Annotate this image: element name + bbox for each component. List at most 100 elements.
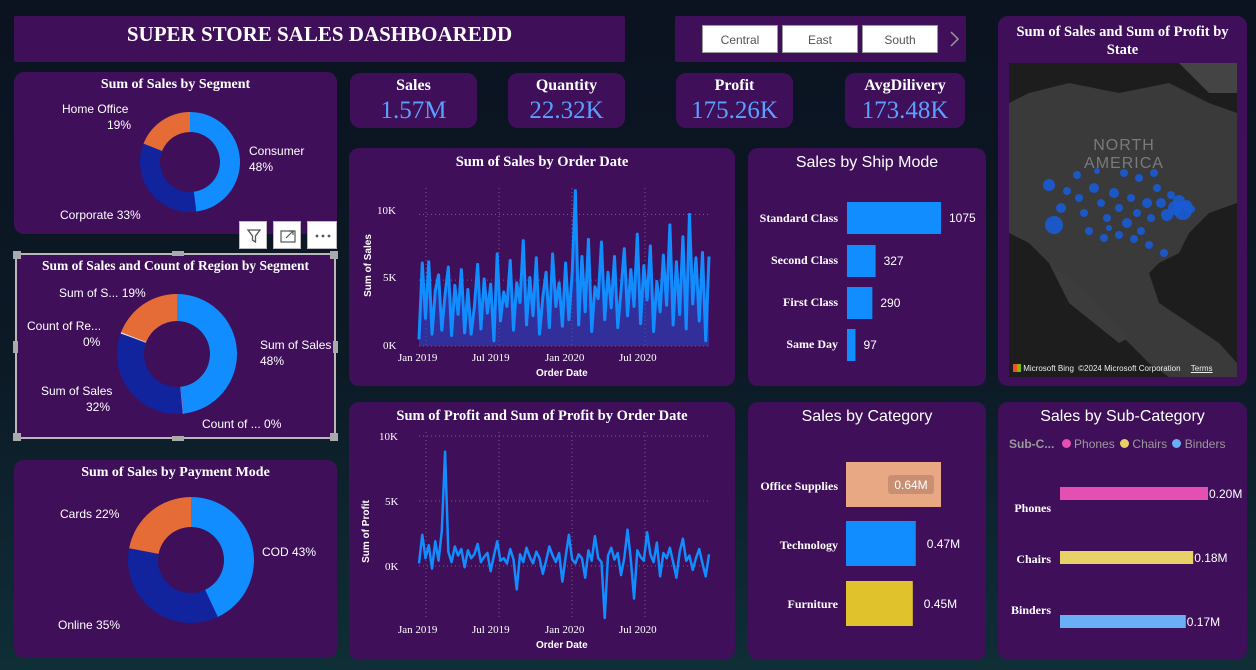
slicer-item-south[interactable]: South xyxy=(862,25,938,53)
bar[interactable] xyxy=(846,581,913,626)
state-bubble[interactable] xyxy=(1150,169,1158,177)
data-label: 19% xyxy=(107,118,132,132)
more-options-icon[interactable] xyxy=(307,221,337,249)
kpi-value: 173.48K xyxy=(861,97,949,124)
kpi-label: Sales xyxy=(396,77,431,94)
data-label: Corporate 33% xyxy=(60,208,141,222)
map-footer: Microsoft Bing ©2024 Microsoft Corporati… xyxy=(1013,364,1213,373)
filter-icon[interactable] xyxy=(239,221,267,249)
region-slicer: Central East South xyxy=(675,16,966,62)
bar-value-label: 97 xyxy=(863,338,877,352)
state-bubble[interactable] xyxy=(1135,174,1143,182)
chevron-right-icon[interactable] xyxy=(948,30,962,48)
data-label: Cards 22% xyxy=(60,507,120,521)
data-label: Count of Re... xyxy=(27,319,102,333)
profit-line-chart xyxy=(417,432,711,620)
bar[interactable] xyxy=(1060,551,1194,564)
donut-slice[interactable] xyxy=(128,548,218,623)
resize-handle[interactable] xyxy=(330,433,338,441)
state-bubble[interactable] xyxy=(1085,227,1093,235)
resize-handle[interactable] xyxy=(333,341,338,353)
state-bubble[interactable] xyxy=(1115,231,1123,239)
bar[interactable] xyxy=(847,329,856,361)
state-bubble[interactable] xyxy=(1075,194,1083,202)
state-bubble[interactable] xyxy=(1156,198,1166,208)
profit-by-date-card[interactable]: Sum of Profit and Sum of Profit by Order… xyxy=(349,402,735,660)
state-bubble[interactable] xyxy=(1160,249,1168,257)
resize-handle[interactable] xyxy=(172,251,184,256)
donut-slice[interactable] xyxy=(129,497,191,554)
bar[interactable] xyxy=(847,202,941,234)
state-bubble[interactable] xyxy=(1063,187,1071,195)
state-bubble[interactable] xyxy=(1106,225,1112,231)
state-bubble[interactable] xyxy=(1045,216,1063,234)
state-bubble[interactable] xyxy=(1115,204,1123,212)
state-bubble[interactable] xyxy=(1145,241,1153,249)
state-bubble[interactable] xyxy=(1147,214,1155,222)
donut-slice[interactable] xyxy=(121,294,177,342)
ship-mode-card[interactable]: Sales by Ship Mode Standard Class Second… xyxy=(748,148,986,386)
bar-value-label: 0.18M xyxy=(1194,551,1227,565)
focus-mode-icon[interactable] xyxy=(273,221,301,249)
dashboard-title: SUPER STORE SALES DASHBOAREDD xyxy=(126,22,513,46)
bar[interactable] xyxy=(847,287,873,319)
state-bubble[interactable] xyxy=(1187,205,1195,213)
state-bubble[interactable] xyxy=(1080,209,1088,217)
payment-chart-card[interactable]: Sum of Sales by Payment Mode COD 43% Onl… xyxy=(14,460,337,658)
state-bubble[interactable] xyxy=(1167,191,1175,199)
resize-handle[interactable] xyxy=(330,251,338,259)
slicer-item-central[interactable]: Central xyxy=(702,25,778,53)
state-bubble[interactable] xyxy=(1142,198,1152,208)
bar[interactable] xyxy=(846,521,916,566)
data-label: Consumer xyxy=(249,144,305,158)
map-terms-link[interactable]: Terms xyxy=(1191,364,1213,373)
bar-value-label: 0.47M xyxy=(927,537,960,551)
data-label: Sum of Sales xyxy=(260,338,332,352)
state-bubble[interactable] xyxy=(1100,234,1108,242)
state-bubble[interactable] xyxy=(1120,169,1128,177)
state-bubble[interactable] xyxy=(1103,214,1111,222)
sub-category-card[interactable]: Sales by Sub-Category Sub-C... Phones Ch… xyxy=(998,402,1247,660)
state-bubble[interactable] xyxy=(1130,235,1138,243)
state-bubble[interactable] xyxy=(1094,168,1100,174)
region-segment-chart-card[interactable]: Sum of Sales and Count of Region by Segm… xyxy=(13,251,338,441)
donut-slice[interactable] xyxy=(117,333,183,414)
donut-slice[interactable] xyxy=(140,143,197,212)
sales-by-date-card[interactable]: Sum of Sales by Order Date 10K 5K 0K Jan… xyxy=(349,148,735,386)
state-bubble[interactable] xyxy=(1043,179,1055,191)
bing-logo: Microsoft Bing xyxy=(1023,364,1074,373)
state-bubble[interactable] xyxy=(1056,203,1066,213)
resize-handle[interactable] xyxy=(13,433,21,441)
state-bubble[interactable] xyxy=(1153,184,1161,192)
data-label: Online 35% xyxy=(58,618,121,632)
bar[interactable] xyxy=(1060,487,1208,500)
bar[interactable] xyxy=(847,245,876,277)
state-map-card[interactable]: Sum of Sales and Sum of Profit by State … xyxy=(998,16,1247,386)
resize-handle[interactable] xyxy=(13,341,18,353)
kpi-profit: Profit 175.26K xyxy=(676,73,793,128)
profit-series-line[interactable] xyxy=(417,450,711,620)
donut-slice[interactable] xyxy=(190,112,240,212)
bar[interactable] xyxy=(1060,615,1186,628)
bar-value-label: 327 xyxy=(884,254,904,268)
kpi-quantity: Quantity 22.32K xyxy=(508,73,625,128)
donut-slice[interactable] xyxy=(143,112,190,151)
map-canvas[interactable]: NORTH AMERICA Microsoft Bing ©2024 Micro… xyxy=(1009,63,1237,377)
state-bubble[interactable] xyxy=(1109,188,1119,198)
resize-handle[interactable] xyxy=(172,436,184,441)
state-bubble[interactable] xyxy=(1137,227,1145,235)
state-bubble[interactable] xyxy=(1097,199,1105,207)
state-bubble[interactable] xyxy=(1122,218,1132,228)
resize-handle[interactable] xyxy=(13,251,21,259)
state-bubble[interactable] xyxy=(1089,183,1099,193)
state-bubble[interactable] xyxy=(1133,209,1141,217)
slicer-item-east[interactable]: East xyxy=(782,25,858,53)
category-card[interactable]: Sales by Category Office Supplies Techno… xyxy=(748,402,986,660)
state-bubble[interactable] xyxy=(1127,194,1135,202)
microsoft-logo-icon xyxy=(1013,364,1021,372)
kpi-label: Profit xyxy=(714,77,755,94)
segment-chart-card[interactable]: Sum of Sales by Segment Consumer 48% Cor… xyxy=(14,72,337,234)
state-bubble[interactable] xyxy=(1073,171,1081,179)
donut-slice[interactable] xyxy=(177,294,238,414)
kpi-sales: Sales 1.57M xyxy=(350,73,477,128)
